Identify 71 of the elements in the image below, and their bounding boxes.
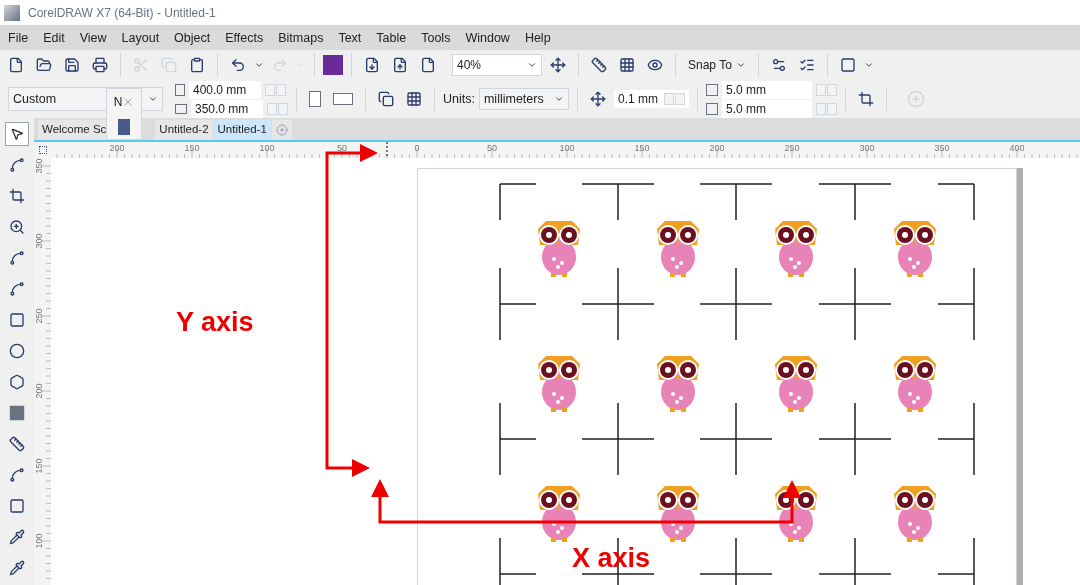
window-title: CorelDRAW X7 (64-Bit) - Untitled-1 <box>28 4 216 22</box>
menu-item[interactable]: View <box>79 28 107 48</box>
ruler-label: 300 <box>859 143 875 153</box>
ruler-label: 250 <box>784 143 800 153</box>
ruler-label: 100 <box>559 143 575 153</box>
duplicate-x-field[interactable]: 5.0 mm <box>721 80 812 99</box>
owl-drawing <box>894 486 936 542</box>
ruler-label: 100 <box>34 533 44 549</box>
owl-drawing <box>657 486 699 542</box>
ruler-label: 350 <box>34 158 44 174</box>
owl-drawing <box>538 221 580 277</box>
snap-to-button[interactable]: Snap To <box>684 56 750 74</box>
ruler-label: 150 <box>184 143 200 153</box>
ruler-label: 100 <box>259 143 275 153</box>
menu-item[interactable]: Object <box>174 28 211 48</box>
ruler-label: 200 <box>709 143 725 153</box>
menu-item[interactable]: Window <box>465 28 510 48</box>
owl-drawing <box>657 356 699 412</box>
nudge-field[interactable]: 0.1 mm <box>613 90 689 108</box>
owl-drawing <box>775 221 817 277</box>
caret-icon[interactable] <box>254 60 264 70</box>
menu-item[interactable]: Tools <box>421 28 451 48</box>
width-field[interactable]: 400.0 mm <box>189 80 261 99</box>
ruler-origin-icon <box>38 146 47 154</box>
duplicate-y-field[interactable]: 5.0 mm <box>721 99 812 118</box>
menu-item[interactable]: Layout <box>121 28 160 48</box>
owl-drawing <box>538 486 580 542</box>
ruler-label: 200 <box>34 383 44 399</box>
document-tab[interactable]: Untitled-2 <box>155 120 213 140</box>
menu-item[interactable]: Text <box>338 28 362 48</box>
caret-icon[interactable] <box>553 94 564 104</box>
owl-drawing <box>894 356 936 412</box>
owl-drawing <box>657 221 699 277</box>
width-icon <box>175 83 185 96</box>
ruler-label: 50 <box>487 143 497 153</box>
ruler-label: 400 <box>1009 143 1025 153</box>
menu-item[interactable]: Table <box>376 28 407 48</box>
caret-icon[interactable] <box>735 60 746 70</box>
ruler-label: 150 <box>634 143 650 153</box>
menu-item[interactable]: Help <box>524 28 551 48</box>
ruler-label: 200 <box>109 143 125 153</box>
caret-icon[interactable] <box>148 94 158 104</box>
ruler-label: 350 <box>934 143 950 153</box>
units-label: Units: <box>443 90 475 108</box>
owl-drawing <box>894 221 936 277</box>
popup-label: N <box>113 94 123 111</box>
owl-drawing <box>775 486 817 542</box>
ruler-label: 50 <box>337 143 347 153</box>
menu-item[interactable]: File <box>8 28 29 48</box>
owl-drawing <box>775 356 817 412</box>
menu-item[interactable]: Edit <box>43 28 65 48</box>
duplicate-x-icon <box>705 83 718 96</box>
menu-item[interactable]: Effects <box>225 28 264 48</box>
height-field[interactable]: 350.0 mm <box>191 99 263 118</box>
document-tab[interactable]: Untitled-1 <box>213 120 271 140</box>
units-dropdown[interactable]: millimeters <box>478 88 569 110</box>
pick-tool-icon[interactable] <box>5 122 29 146</box>
ruler-label: 300 <box>34 233 44 249</box>
ruler-label: 0 <box>414 143 420 153</box>
caret-icon[interactable] <box>863 60 874 70</box>
y-axis-label: Y axis <box>176 306 254 339</box>
ruler-label: 150 <box>34 458 44 474</box>
height-icon <box>175 103 187 114</box>
caret-icon[interactable] <box>527 60 537 70</box>
menu-item[interactable]: Bitmaps <box>278 28 324 48</box>
landscape-icon[interactable] <box>333 93 353 105</box>
ruler-label: 250 <box>34 308 44 324</box>
owl-drawing <box>538 356 580 412</box>
zoom-dropdown[interactable]: 40% <box>452 54 542 76</box>
duplicate-y-icon <box>705 102 718 115</box>
portrait-icon[interactable] <box>309 91 321 107</box>
